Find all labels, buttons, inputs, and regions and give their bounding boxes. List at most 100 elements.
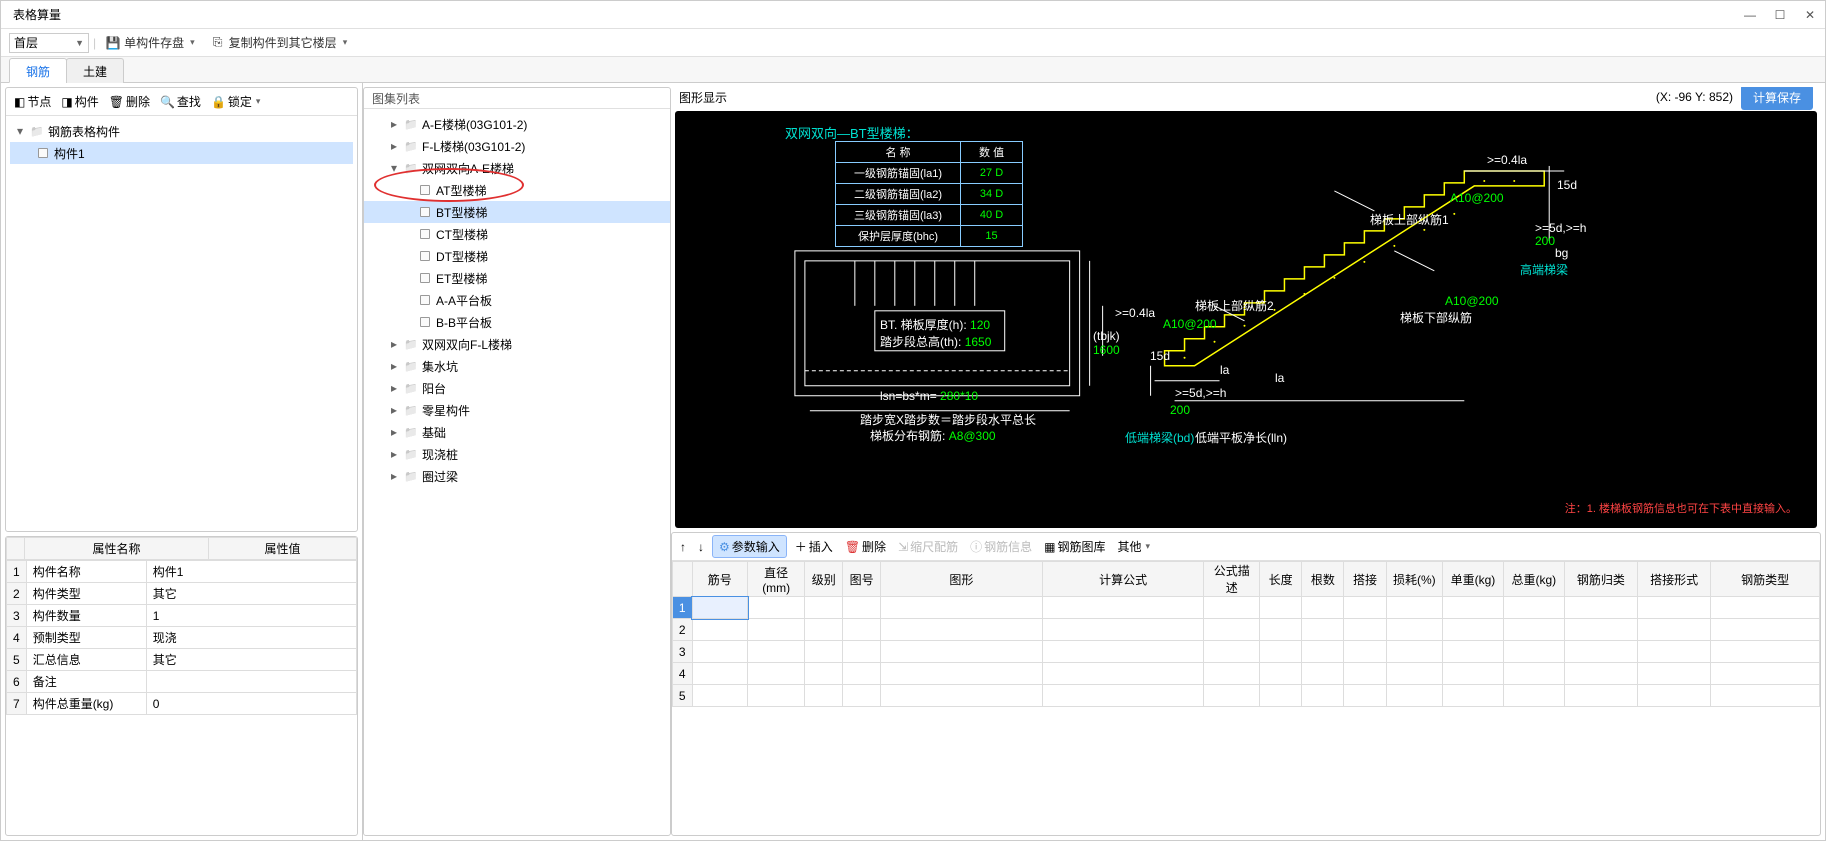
tab-civil[interactable]: 土建 (66, 58, 124, 83)
grid-row[interactable]: 3 (673, 641, 1820, 663)
grid-cell[interactable] (1344, 619, 1386, 641)
grid-cell[interactable] (1042, 685, 1204, 707)
grid-cell[interactable] (1442, 663, 1503, 685)
atlas-item[interactable]: A-A平台板 (364, 289, 670, 311)
atlas-item[interactable]: CT型楼梯 (364, 223, 670, 245)
grid-scroll[interactable]: 筋号直径(mm)级别图号图形计算公式公式描述长度根数搭接损耗(%)单重(kg)总… (672, 561, 1820, 835)
save-component-button[interactable]: 💾 单构件存盘 ▾ (100, 32, 201, 54)
atlas-item[interactable]: ▸阳台 (364, 377, 670, 399)
property-row[interactable]: 6备注 (7, 671, 357, 693)
grid-cell[interactable] (805, 619, 843, 641)
library-button[interactable]: ▦钢筋图库 (1040, 536, 1109, 557)
grid-cell[interactable] (1302, 663, 1344, 685)
atlas-item[interactable]: ▸零星构件 (364, 399, 670, 421)
atlas-item[interactable]: BT型楼梯 (364, 201, 670, 223)
tree-item-component1[interactable]: 构件1 (10, 142, 353, 164)
grid-cell[interactable] (880, 619, 1042, 641)
toggle-icon[interactable]: ▾ (388, 161, 400, 175)
grid-cell[interactable] (843, 619, 881, 641)
grid-col-header[interactable]: 损耗(%) (1386, 562, 1442, 597)
toggle-icon[interactable]: ▸ (388, 403, 400, 417)
lock-button[interactable]: 🔒锁定▾ (207, 91, 265, 112)
grid-cell[interactable] (1204, 619, 1260, 641)
param-input-button[interactable]: ⚙ 参数输入 (712, 535, 787, 558)
grid-cell[interactable] (1204, 663, 1260, 685)
grid-col-header[interactable]: 钢筋类型 (1711, 562, 1820, 597)
grid-cell[interactable] (1386, 597, 1442, 619)
grid-cell[interactable] (1503, 619, 1564, 641)
grid-cell[interactable] (1442, 685, 1503, 707)
grid-cell[interactable] (805, 685, 843, 707)
toggle-icon[interactable]: ▸ (388, 425, 400, 439)
grid-cell[interactable] (1503, 663, 1564, 685)
grid-col-header[interactable]: 总重(kg) (1503, 562, 1564, 597)
atlas-item[interactable]: ▸圈过梁 (364, 465, 670, 487)
floor-select[interactable]: 首层 ▼ (9, 33, 89, 53)
rebar-grid[interactable]: 筋号直径(mm)级别图号图形计算公式公式描述长度根数搭接损耗(%)单重(kg)总… (672, 561, 1820, 707)
grid-cell[interactable] (1564, 663, 1637, 685)
toggle-icon[interactable]: ▸ (388, 381, 400, 395)
toggle-icon[interactable]: ▸ (388, 117, 400, 131)
grid-col-header[interactable]: 图形 (880, 562, 1042, 597)
grid-cell[interactable] (1638, 641, 1711, 663)
grid-cell[interactable] (1302, 685, 1344, 707)
find-button[interactable]: 🔍查找 (156, 91, 205, 112)
grid-cell[interactable] (880, 685, 1042, 707)
atlas-item[interactable]: B-B平台板 (364, 311, 670, 333)
grid-cell[interactable] (1711, 663, 1820, 685)
grid-cell[interactable] (1564, 641, 1637, 663)
grid-col-header[interactable]: 计算公式 (1042, 562, 1204, 597)
grid-cell[interactable] (805, 663, 843, 685)
insert-button[interactable]: ＋插入 (791, 536, 837, 557)
grid-cell[interactable] (748, 641, 805, 663)
grid-cell[interactable] (1442, 641, 1503, 663)
arrow-up-button[interactable]: ↑ (676, 538, 690, 556)
grid-cell[interactable] (1386, 641, 1442, 663)
grid-cell[interactable] (1442, 597, 1503, 619)
grid-cell[interactable] (1344, 663, 1386, 685)
grid-cell[interactable] (1042, 619, 1204, 641)
grid-col-header[interactable]: 图号 (843, 562, 881, 597)
grid-cell[interactable] (1564, 597, 1637, 619)
grid-cell[interactable] (1503, 685, 1564, 707)
grid-cell[interactable] (692, 641, 748, 663)
grid-cell[interactable] (880, 597, 1042, 619)
grid-cell[interactable] (1259, 619, 1301, 641)
grid-cell[interactable] (1259, 641, 1301, 663)
grid-cell[interactable] (1302, 641, 1344, 663)
grid-cell[interactable] (1711, 641, 1820, 663)
grid-cell[interactable] (1503, 641, 1564, 663)
other-button[interactable]: 其他▾ (1114, 536, 1155, 557)
copy-component-button[interactable]: ⎘ 复制构件到其它楼层 ▾ (205, 32, 354, 54)
grid-cell[interactable] (748, 597, 805, 619)
grid-cell[interactable] (1042, 597, 1204, 619)
property-row[interactable]: 2构件类型其它 (7, 583, 357, 605)
property-row[interactable]: 5汇总信息其它 (7, 649, 357, 671)
atlas-item[interactable]: ▸F-L楼梯(03G101-2) (364, 135, 670, 157)
toggle-icon[interactable]: ▸ (388, 139, 400, 153)
grid-cell[interactable] (1442, 619, 1503, 641)
grid-cell[interactable] (748, 663, 805, 685)
grid-cell[interactable] (1344, 597, 1386, 619)
grid-col-header[interactable]: 筋号 (692, 562, 748, 597)
grid-cell[interactable] (692, 663, 748, 685)
grid-cell[interactable] (1711, 597, 1820, 619)
grid-cell[interactable] (1204, 597, 1260, 619)
grid-cell[interactable] (1386, 685, 1442, 707)
grid-cell[interactable] (1042, 641, 1204, 663)
grid-cell[interactable] (843, 685, 881, 707)
grid-cell[interactable] (1344, 641, 1386, 663)
atlas-item[interactable]: ▾双网双向A-E楼梯 (364, 157, 670, 179)
grid-cell[interactable] (692, 685, 748, 707)
grid-cell[interactable] (1204, 641, 1260, 663)
grid-col-header[interactable]: 单重(kg) (1442, 562, 1503, 597)
grid-cell[interactable] (805, 641, 843, 663)
grid-cell[interactable] (1302, 619, 1344, 641)
atlas-item[interactable]: ▸基础 (364, 421, 670, 443)
grid-cell[interactable] (1711, 685, 1820, 707)
toggle-icon[interactable]: ▸ (388, 447, 400, 461)
grid-cell[interactable] (1638, 685, 1711, 707)
grid-cell[interactable] (1711, 619, 1820, 641)
grid-cell[interactable] (1638, 619, 1711, 641)
delete-row-button[interactable]: 🗑删除 (841, 536, 890, 557)
